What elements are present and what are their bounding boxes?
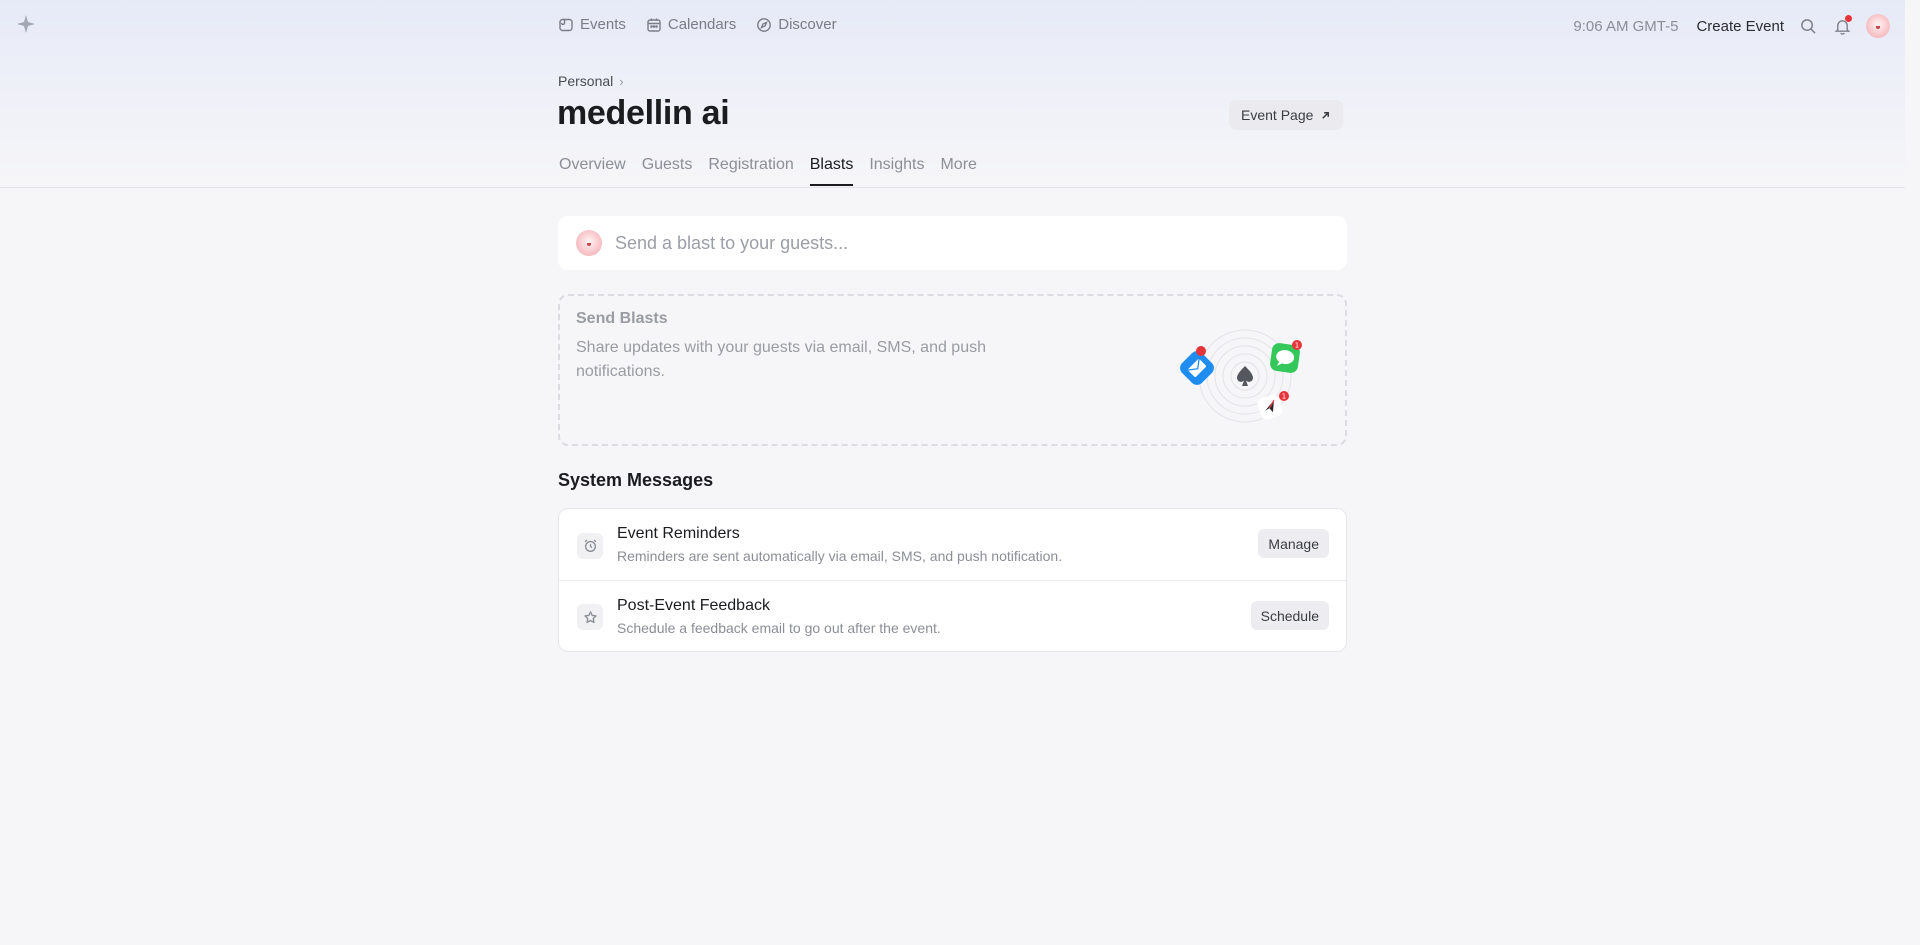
mail-app-icon <box>1180 351 1214 385</box>
event-tabs: Overview Guests Registration Blasts Insi… <box>559 156 977 186</box>
top-right-nav: 9:06 AM GMT-5 Create Event <box>1573 14 1890 38</box>
post-event-feedback-title: Post-Event Feedback <box>617 596 770 614</box>
list-item-event-reminders: Event Reminders Reminders are sent autom… <box>559 509 1346 580</box>
ticket-icon <box>559 18 573 31</box>
bell-icon[interactable] <box>1832 15 1852 36</box>
current-time: 9:06 AM GMT-5 <box>1573 17 1679 35</box>
tab-registration[interactable]: Registration <box>708 156 793 186</box>
chevron-right-icon: › <box>619 73 624 89</box>
sparkle-logo-icon[interactable] <box>16 14 36 34</box>
scrollbar[interactable] <box>1905 0 1920 945</box>
top-nav: Events Calendars Discover <box>558 16 837 33</box>
tab-more[interactable]: More <box>940 156 976 186</box>
system-messages-title: System Messages <box>558 470 714 490</box>
create-event-link[interactable]: Create Event <box>1696 18 1784 35</box>
compose-placeholder: Send a blast to your guests... <box>615 232 849 253</box>
nav-discover[interactable]: Discover <box>756 16 837 33</box>
notification-dot <box>1845 15 1852 22</box>
schedule-button[interactable]: Schedule <box>1250 601 1329 630</box>
nav-calendars[interactable]: Calendars <box>646 16 736 33</box>
arrow-up-right-icon <box>1322 111 1330 119</box>
breadcrumb[interactable]: Personal › <box>558 73 624 89</box>
nav-calendars-label: Calendars <box>667 16 737 33</box>
nav-discover-label: Discover <box>778 16 837 33</box>
system-messages-list: Event Reminders Reminders are sent autom… <box>558 508 1347 652</box>
svg-text:1: 1 <box>1282 393 1286 401</box>
alarm-clock-icon <box>577 532 603 559</box>
tab-guests[interactable]: Guests <box>642 156 693 186</box>
tab-overview[interactable]: Overview <box>559 156 626 186</box>
calendar-icon <box>647 18 661 32</box>
svg-text:1: 1 <box>1295 342 1299 350</box>
event-reminders-description: Reminders are sent automatically via ema… <box>617 548 1063 564</box>
list-item-post-event-feedback: Post-Event Feedback Schedule a feedback … <box>559 580 1346 651</box>
event-page-label: Event Page <box>1241 107 1314 123</box>
mail-badge <box>1196 346 1206 356</box>
tab-insights[interactable]: Insights <box>869 156 924 186</box>
event-page-button[interactable]: Event Page <box>1229 100 1344 130</box>
compose-avatar <box>576 230 602 256</box>
send-blasts-card: Send Blasts Share updates with your gues… <box>558 294 1347 446</box>
compass-icon <box>757 17 772 32</box>
blast-channels-illustration: 1 1 <box>1180 329 1302 423</box>
search-icon[interactable] <box>1798 16 1818 36</box>
star-icon <box>577 604 603 630</box>
nav-events[interactable]: Events <box>558 16 626 33</box>
spade-icon <box>1237 366 1253 386</box>
manage-button[interactable]: Manage <box>1258 529 1329 558</box>
post-event-feedback-description: Schedule a feedback email to go out afte… <box>617 619 941 636</box>
send-blasts-description: Share updates with your guests via email… <box>576 339 986 380</box>
breadcrumb-personal[interactable]: Personal <box>558 73 613 89</box>
blast-compose-input[interactable]: Send a blast to your guests... <box>558 216 1347 270</box>
user-avatar[interactable] <box>1866 14 1890 38</box>
tab-blasts[interactable]: Blasts <box>809 156 854 186</box>
page-title: medellin ai <box>557 94 730 132</box>
event-reminders-title: Event Reminders <box>617 525 740 542</box>
nav-events-label: Events <box>580 16 626 33</box>
